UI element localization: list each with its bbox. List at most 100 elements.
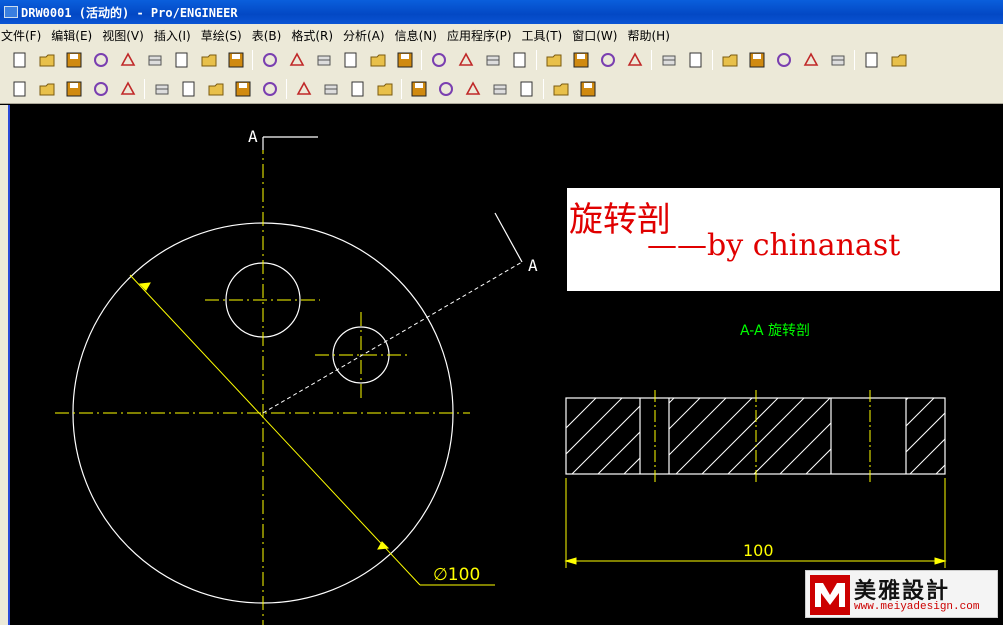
lock-icon[interactable] [145,50,165,70]
whats-this-icon[interactable] [578,79,598,99]
watermark-logo [810,575,850,615]
toolbar-separator [712,50,713,70]
undo-icon[interactable] [659,50,679,70]
toolbar-separator [401,78,402,99]
watermark: 美雅設計 www.meiyadesign.com [805,570,998,618]
surface-finish-icon[interactable] [409,79,429,99]
menu-format[interactable]: 格式(R) [291,27,333,44]
wireframe-icon[interactable] [429,50,449,70]
section-label-top: A [248,127,258,146]
watermark-url: www.meiyadesign.com [854,601,980,613]
balloon-icon[interactable] [375,79,395,99]
menu-info[interactable]: 信息(N) [395,27,437,44]
paste-icon[interactable] [774,50,794,70]
view-properties-icon[interactable] [551,79,571,99]
find-icon[interactable] [862,50,882,70]
open-folder-icon[interactable] [37,50,57,70]
save-copy-icon[interactable] [91,50,111,70]
cut-line [262,261,523,414]
move-icon[interactable] [91,79,111,99]
toolbar-separator [144,78,145,99]
window-titlebar: DRW0001 (活动的) - Pro/ENGINEER [0,0,1003,24]
menu-insert[interactable]: 插入(I) [154,27,191,44]
centerlines [55,140,470,625]
regenerate-icon[interactable] [828,50,848,70]
toolbar-separator [543,78,544,99]
main-toolbar [0,46,1003,74]
slash-icon[interactable] [294,79,314,99]
coordinate-system-icon[interactable] [625,50,645,70]
menu-help[interactable]: 帮助(H) [627,27,669,44]
erase-not-displayed-icon[interactable] [172,50,192,70]
datum-axis-icon[interactable] [571,50,591,70]
hatching [566,398,945,474]
delete-old-icon[interactable] [199,50,219,70]
annotation-note: 旋转剖 ——by chinanast [567,188,1000,291]
drawing-toolbar [0,74,1003,104]
menu-file[interactable]: 文件(F) [1,27,41,44]
note-icon[interactable] [348,79,368,99]
drawing-canvas[interactable]: A A ∅100 A-A 旋转剖 100 [10,105,1003,625]
scale-icon[interactable] [37,79,57,99]
menu-applications[interactable]: 应用程序(P) [447,27,512,44]
diameter-dim-text: ∅100 [433,565,480,585]
toolbar-separator [421,50,422,70]
menubar: 文件(F) 编辑(E) 视图(V) 插入(I) 草绘(S) 表(B) 格式(R)… [0,24,1003,46]
hatching-icon[interactable] [517,79,537,99]
datum-point-icon[interactable] [598,50,618,70]
menu-analysis[interactable]: 分析(A) [343,27,385,44]
copy-icon[interactable] [747,50,767,70]
cut-icon[interactable] [720,50,740,70]
section-view-title: A-A 旋转剖 [740,323,810,339]
window-title: DRW0001 (活动的) - Pro/ENGINEER [21,5,238,20]
section-view[interactable] [520,390,1003,482]
refit-icon[interactable] [368,50,388,70]
regenerate-table-icon[interactable] [490,79,510,99]
toolbar-separator [536,50,537,70]
menu-table[interactable]: 表(B) [252,27,282,44]
toolbar-separator [854,50,855,70]
split-icon[interactable] [260,79,280,99]
save-icon[interactable] [64,50,84,70]
table-grid-icon[interactable] [463,79,483,99]
ref-dimension-icon[interactable] [233,79,253,99]
new-file-icon[interactable] [10,50,30,70]
redo-icon[interactable] [686,50,706,70]
menu-tools[interactable]: 工具(T) [522,27,563,44]
length-dim-text: 100 [743,541,774,560]
zoom-in-icon[interactable] [314,50,334,70]
menu-window[interactable]: 窗口(W) [572,27,617,44]
table-icon[interactable] [152,79,172,99]
toolbar-separator [252,50,253,70]
show-dimensions-icon[interactable] [179,79,199,99]
shading-icon[interactable] [510,50,530,70]
paste-special-icon[interactable] [801,50,821,70]
print-icon[interactable] [118,50,138,70]
diameter-dimension[interactable] [129,274,495,586]
geometric-tolerance-icon[interactable] [436,79,456,99]
ordinate-icon[interactable] [206,79,226,99]
select-box-icon[interactable] [889,50,909,70]
delete-icon[interactable] [10,79,30,99]
toolbar-separator [286,78,287,99]
hidden-line-icon[interactable] [456,50,476,70]
symbol-icon[interactable] [321,79,341,99]
copy-to-icon[interactable] [118,79,138,99]
menu-edit[interactable]: 编辑(E) [51,27,92,44]
no-hidden-icon[interactable] [483,50,503,70]
spin-icon[interactable] [260,50,280,70]
rotate-icon[interactable] [64,79,84,99]
zoom-out-icon[interactable] [341,50,361,70]
repaint-icon[interactable] [226,50,246,70]
toolbar-separator [651,50,652,70]
app-icon [4,6,18,18]
layers-icon[interactable] [395,50,415,70]
menu-view[interactable]: 视图(V) [102,27,144,44]
zoom-spin-icon[interactable] [287,50,307,70]
datum-plane-icon[interactable] [544,50,564,70]
section-label-right: A [528,256,538,275]
menu-sketch[interactable]: 草绘(S) [201,27,242,44]
drawing-svg: A A ∅100 A-A 旋转剖 100 [55,127,1003,625]
left-gutter [0,105,10,625]
annotation-byline: ——by chinanast [647,228,901,263]
